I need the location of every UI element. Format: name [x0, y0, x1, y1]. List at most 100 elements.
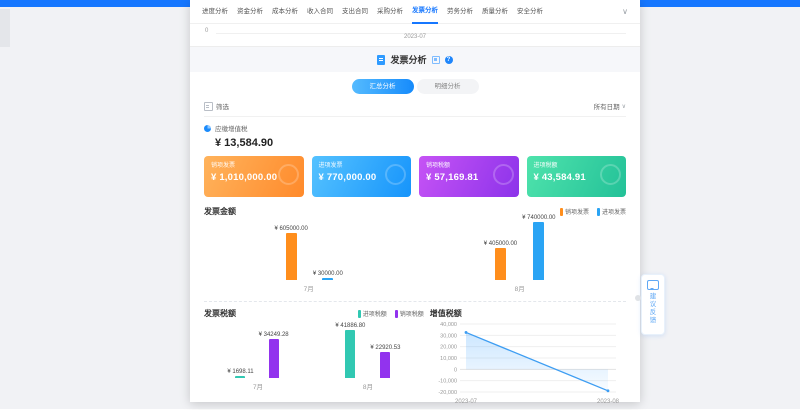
bar-group-7月: ¥ 605000.00 ¥ 30000.00 7月	[274, 226, 342, 293]
tab-劳务分析[interactable]: 劳务分析	[447, 1, 473, 23]
bar-column: ¥ 605000.00	[274, 226, 307, 280]
invoice-amount-legend: 销项发票 进项发票	[560, 207, 626, 216]
bar-value-label: ¥ 41886.80	[335, 323, 365, 329]
bar-进项税额	[235, 376, 245, 378]
bar-column: ¥ 41886.80	[335, 323, 365, 378]
bar-value-label: ¥ 34249.28	[259, 332, 289, 338]
analysis-toggle: 汇总分析明细分析	[204, 79, 626, 94]
card-watermark-icon	[493, 164, 514, 185]
invoice-amount-header: 发票金额 销项发票 进项发票	[204, 206, 626, 217]
section-title: 发票金额	[204, 206, 236, 217]
category-label: 8月	[363, 381, 373, 391]
bar-column: ¥ 740000.00	[522, 215, 555, 280]
svg-text:2023-07: 2023-07	[455, 399, 478, 405]
bottom-charts: 发票税额 进项税额销项税额 ¥ 1698.11¥ 34249.287月¥ 418…	[204, 306, 626, 398]
tab-发票分析[interactable]: 发票分析	[412, 0, 438, 24]
legend-marker	[560, 208, 563, 216]
filter-button[interactable]: 筛选	[204, 101, 229, 111]
section-title: 发票税额	[204, 308, 236, 319]
bar-group-7月: ¥ 1698.11¥ 34249.287月	[227, 332, 288, 391]
svg-text:0: 0	[454, 367, 457, 373]
svg-text:40,000: 40,000	[440, 322, 457, 328]
kpi-block: 应缴增值税 ¥ 13,584.90	[204, 123, 626, 149]
invoice-tax-chart: ¥ 1698.11¥ 34249.287月¥ 41886.80¥ 22920.5…	[204, 323, 424, 391]
previous-chart-remnant: 0 2023-07	[190, 24, 640, 47]
filter-row: 筛选 所有日期 ∨	[204, 101, 626, 117]
bar-销项发票	[495, 248, 506, 280]
summary-card-进项税额: 进项税额¥ 43,584.91	[527, 156, 627, 197]
kpi-value: ¥ 13,584.90	[215, 137, 626, 149]
tab-采购分析[interactable]: 采购分析	[377, 1, 403, 23]
invoice-tax-header: 发票税额 进项税额销项税额	[204, 308, 424, 319]
vat-line-chart: 40,000 30,000 20,000 10,000 0 -10,000 -20,000 2…	[430, 319, 626, 410]
tab-质量分析[interactable]: 质量分析	[482, 1, 508, 23]
date-filter-value: 所有日期	[594, 101, 620, 111]
bar-进项发票	[533, 222, 544, 280]
tab-安全分析[interactable]: 安全分析	[517, 1, 543, 23]
pie-icon	[204, 125, 211, 132]
bar-value-label: ¥ 22920.53	[370, 345, 400, 351]
svg-text:-10,000: -10,000	[438, 379, 457, 385]
help-icon[interactable]: ?	[445, 56, 453, 64]
tab-资金分析[interactable]: 资金分析	[237, 1, 263, 23]
legend-label: 进项税额	[363, 309, 387, 318]
vat-section: 增值税额 40,000 30,000 20,000 10,000 0 -10,000 -20…	[430, 306, 626, 398]
legend-item-进项税额[interactable]: 进项税额	[358, 309, 387, 318]
legend-marker	[597, 208, 600, 216]
nav-tabs: 进度分析资金分析成本分析收入合同支出合同采购分析发票分析劳务分析质量分析安全分析…	[190, 0, 640, 24]
bar-value-label: ¥ 405000.00	[484, 241, 517, 247]
svg-text:10,000: 10,000	[440, 356, 457, 362]
legend-item-销项发票[interactable]: 销项发票	[560, 207, 589, 216]
legend-item-进项发票[interactable]: 进项发票	[597, 207, 626, 216]
bar-column: ¥ 30000.00	[313, 271, 343, 280]
bars: ¥ 1698.11 ¥ 34249.28	[227, 332, 288, 378]
bar-group-8月: ¥ 41886.80 ¥ 22920.53 8月	[335, 323, 400, 391]
bars: ¥ 41886.80 ¥ 22920.53	[335, 323, 400, 378]
summary-card-进项发票: 进项发票¥ 770,000.00	[312, 156, 412, 197]
bar-value-label: ¥ 605000.00	[274, 226, 307, 232]
legend-item-销项税额[interactable]: 销项税额	[395, 309, 424, 318]
bar-value-label: ¥ 740000.00	[522, 215, 555, 221]
card-watermark-icon	[385, 164, 406, 185]
tab-成本分析[interactable]: 成本分析	[272, 1, 298, 23]
toggle-汇总分析[interactable]: 汇总分析	[352, 79, 414, 94]
remnant-x-label: 2023-07	[190, 34, 640, 40]
svg-text:20,000: 20,000	[440, 345, 457, 351]
tab-收入合同[interactable]: 收入合同	[307, 1, 333, 23]
legend-marker	[358, 310, 361, 318]
section-title: 增值税额	[430, 308, 462, 319]
bar-销项税额	[380, 352, 390, 378]
summary-cards: 销项发票¥ 1,010,000.00进项发票¥ 770,000.00销项税额¥ …	[204, 156, 626, 197]
legend-label: 销项发票	[565, 207, 589, 216]
edit-icon[interactable]	[432, 56, 440, 64]
invoice-icon	[377, 55, 385, 65]
bar-value-label: ¥ 30000.00	[313, 271, 343, 277]
toggle-明细分析[interactable]: 明细分析	[417, 79, 479, 94]
bar-销项发票	[286, 233, 297, 280]
bar-value-label: ¥ 1698.11	[227, 369, 253, 375]
panel-header: 发票分析 ?	[190, 47, 640, 72]
svg-text:-20,000: -20,000	[438, 390, 457, 396]
category-label: 7月	[304, 283, 314, 293]
filter-icon	[204, 102, 213, 111]
tab-支出合同[interactable]: 支出合同	[342, 1, 368, 23]
category-label: 8月	[515, 283, 525, 293]
summary-card-销项发票: 销项发票¥ 1,010,000.00	[204, 156, 304, 197]
tab-进度分析[interactable]: 进度分析	[202, 1, 228, 23]
nav-collapse-chevron-icon[interactable]: ∨	[622, 7, 628, 16]
svg-text:30,000: 30,000	[440, 333, 457, 339]
vat-header: 增值税额	[430, 308, 626, 319]
bar-column: ¥ 1698.11	[227, 369, 253, 378]
summary-card-销项税额: 销项税额¥ 57,169.81	[419, 156, 519, 197]
section-divider	[204, 301, 626, 302]
bar-销项税额	[269, 339, 279, 378]
invoice-tax-section: 发票税额 进项税额销项税额 ¥ 1698.11¥ 34249.287月¥ 418…	[204, 306, 430, 398]
bar-进项发票	[322, 278, 333, 280]
bars: ¥ 605000.00 ¥ 30000.00	[274, 226, 342, 280]
feedback-widget[interactable]: 建议反馈	[641, 274, 665, 335]
legend-label: 进项发票	[602, 207, 626, 216]
invoice-tax-legend: 进项税额销项税额	[358, 309, 424, 318]
date-filter-dropdown[interactable]: 所有日期 ∨	[594, 101, 626, 111]
invoice-amount-chart: ¥ 605000.00 ¥ 30000.00 7月 ¥ 405000.00 ¥ 7400…	[204, 217, 626, 293]
bar-进项税额	[345, 330, 355, 378]
